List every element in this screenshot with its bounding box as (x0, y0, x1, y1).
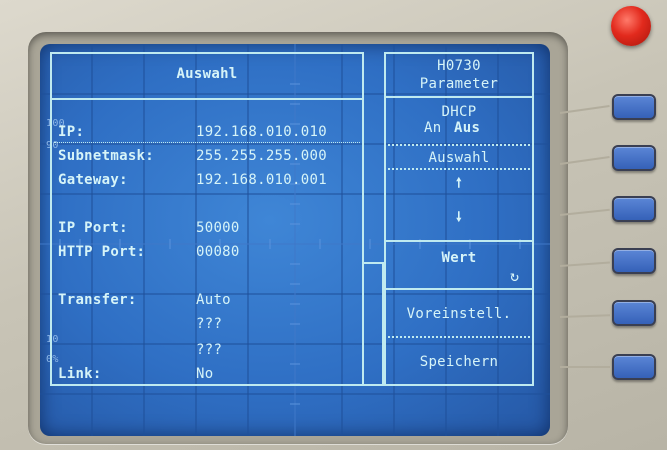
softkey-auswahl[interactable] (612, 145, 656, 171)
http-port-value[interactable]: 00080 (196, 244, 240, 260)
menu-item-up[interactable]: 🠕 (384, 170, 534, 200)
softkey-speichern[interactable] (612, 354, 656, 380)
link-value: No (196, 366, 214, 382)
ip-port-value[interactable]: 50000 (196, 220, 240, 236)
dhcp-label: DHCP (441, 104, 477, 120)
menu-item-auswahl[interactable]: Auswahl (384, 146, 534, 168)
menu-item-dhcp[interactable]: DHCP An Aus (384, 98, 534, 142)
softkey-dhcp[interactable] (612, 94, 656, 120)
menu-item-voreinstell[interactable]: Voreinstell. (384, 290, 534, 334)
ip-label: IP: (58, 124, 85, 140)
network-settings-panel (50, 52, 364, 386)
softkey-up[interactable] (612, 196, 656, 222)
panel-title-divider (50, 98, 364, 100)
lcd-screen: 100 90 10 0% Auswahl IP: 192.168.010.010… (40, 44, 550, 436)
link-label: Link: (58, 366, 102, 382)
model-number: H0730 (437, 58, 481, 74)
arrow-up-icon: 🠕 (456, 176, 462, 191)
menu-item-down[interactable]: 🠗 (384, 204, 534, 240)
softkey-voreinstell[interactable] (612, 300, 656, 326)
gateway-label: Gateway: (58, 172, 128, 188)
dhcp-on-option: An (424, 120, 442, 136)
transfer-value[interactable]: Auto (196, 292, 231, 308)
transfer-value-2: ??? (196, 316, 223, 332)
row-divider (54, 142, 360, 143)
dhcp-off-option: Aus (454, 120, 481, 136)
http-port-label: HTTP Port: (58, 244, 146, 260)
menu-heading: Parameter (419, 76, 499, 92)
arrow-down-icon: 🠗 (456, 210, 462, 225)
auswahl-label: Auswahl (428, 150, 490, 166)
speichern-label: Speichern (419, 354, 499, 370)
ip-port-label: IP Port: (58, 220, 128, 236)
leader-line (560, 366, 610, 368)
power-button[interactable] (611, 6, 651, 46)
gateway-value[interactable]: 192.168.010.001 (196, 172, 327, 188)
menu-item-speichern[interactable]: Speichern (384, 338, 534, 384)
wert-label: Wert (441, 250, 477, 266)
panel-title: Auswahl (176, 66, 238, 82)
subnetmask-value[interactable]: 255.255.255.000 (196, 148, 327, 164)
menu-item-wert[interactable]: Wert ↻ (384, 242, 534, 288)
transfer-value-3: ??? (196, 342, 223, 358)
ip-value[interactable]: 192.168.010.010 (196, 124, 327, 140)
voreinstell-label: Voreinstell. (406, 306, 512, 322)
panel-connector (364, 262, 384, 386)
subnetmask-label: Subnetmask: (58, 148, 155, 164)
transfer-label: Transfer: (58, 292, 137, 308)
softkey-wert[interactable] (612, 248, 656, 274)
refresh-icon: ↻ (510, 267, 520, 285)
